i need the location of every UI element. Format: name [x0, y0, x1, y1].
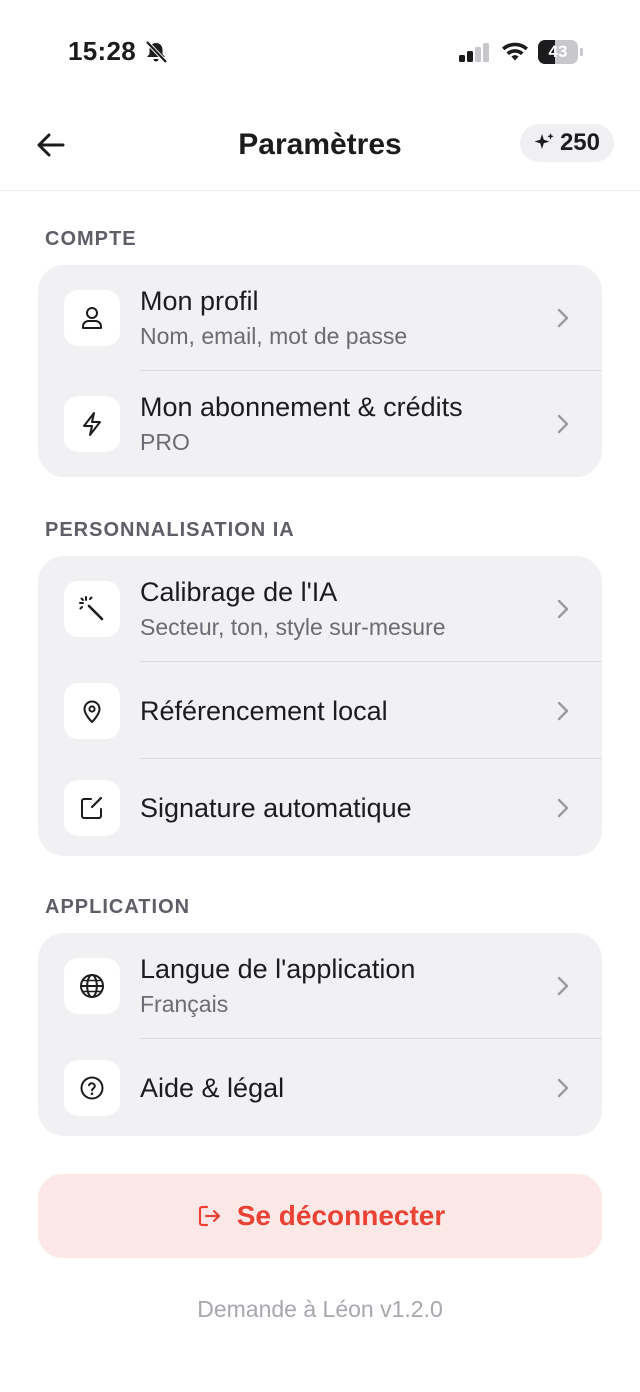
- chevron-right-icon: [557, 701, 569, 720]
- header: Paramètres 250: [0, 100, 640, 191]
- bell-muted-icon: [145, 40, 168, 64]
- cellular-signal-icon: [459, 43, 489, 62]
- sparkles-icon: [534, 133, 554, 149]
- chevron-right-icon: [557, 798, 569, 817]
- credits-badge[interactable]: 250: [519, 124, 614, 162]
- settings-item-profile[interactable]: Mon profil Nom, email, mot de passe: [38, 265, 602, 371]
- help-circle-icon: [64, 1059, 120, 1116]
- settings-item-title: Référencement local: [140, 695, 388, 726]
- magic-wand-icon: [64, 581, 120, 637]
- app-card: Langue de l'application Français Aide & …: [38, 933, 602, 1136]
- settings-item-help-legal[interactable]: Aide & légal: [38, 1039, 602, 1136]
- settings-item-title: Mon abonnement & crédits: [140, 392, 463, 422]
- chevron-right-icon: [557, 599, 569, 619]
- ai-card: Calibrage de l'IA Secteur, ton, style su…: [38, 556, 602, 856]
- chevron-right-icon: [557, 1078, 569, 1097]
- settings-item-language[interactable]: Langue de l'application Français: [38, 933, 602, 1039]
- status-bar: 15:28 43: [0, 0, 640, 100]
- chevron-right-icon: [557, 414, 569, 434]
- settings-item-subtitle: Secteur, ton, style sur-mesure: [140, 614, 446, 640]
- settings-item-title: Calibrage de l'IA: [140, 577, 338, 607]
- settings-item-title: Langue de l'application: [140, 954, 416, 984]
- section-label-ai: PERSONNALISATION IA: [45, 519, 295, 541]
- user-icon: [64, 290, 120, 346]
- settings-item-ai-calibration[interactable]: Calibrage de l'IA Secteur, ton, style su…: [38, 556, 602, 662]
- settings-item-title: Aide & légal: [140, 1072, 285, 1103]
- map-pin-icon: [64, 682, 120, 739]
- logout-icon: [198, 1205, 220, 1227]
- settings-item-signature[interactable]: Signature automatique: [38, 759, 602, 856]
- chevron-right-icon: [557, 976, 569, 996]
- lightning-icon: [64, 396, 120, 452]
- section-label-app: APPLICATION: [45, 896, 191, 918]
- wifi-icon: [502, 42, 528, 61]
- globe-icon: [64, 958, 120, 1014]
- battery-indicator: 43: [538, 40, 584, 64]
- section-label-account: COMPTE: [45, 228, 137, 250]
- edit-square-icon: [64, 779, 120, 836]
- logout-button[interactable]: Se déconnecter: [38, 1174, 602, 1258]
- settings-item-title: Signature automatique: [140, 792, 412, 823]
- credits-count: 250: [559, 129, 600, 156]
- app-version: Demande à Léon v1.2.0: [197, 1296, 443, 1322]
- status-time: 15:28: [68, 36, 136, 66]
- settings-item-subtitle: Français: [140, 991, 229, 1017]
- settings-item-subtitle: PRO: [140, 429, 190, 455]
- settings-item-subscription[interactable]: Mon abonnement & crédits PRO: [38, 371, 602, 477]
- chevron-right-icon: [557, 308, 569, 328]
- settings-item-title: Mon profil: [140, 286, 259, 316]
- logout-label: Se déconnecter: [236, 1200, 446, 1231]
- account-card: Mon profil Nom, email, mot de passe Mon …: [38, 265, 602, 477]
- settings-item-subtitle: Nom, email, mot de passe: [140, 323, 408, 349]
- settings-item-local-seo[interactable]: Référencement local: [38, 662, 602, 759]
- battery-level: 43: [548, 42, 568, 61]
